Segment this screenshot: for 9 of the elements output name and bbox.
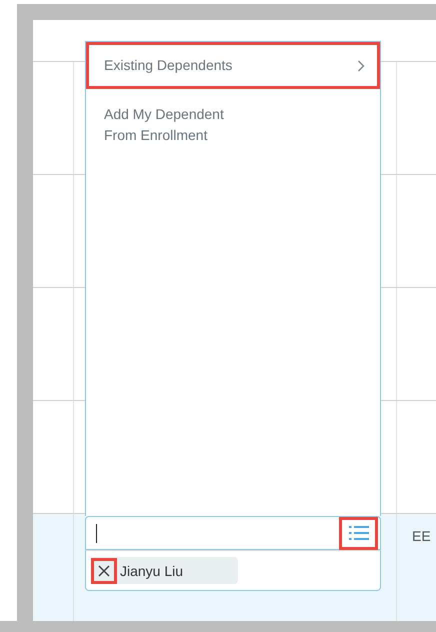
close-icon[interactable] <box>91 558 117 584</box>
text-cursor <box>96 524 97 542</box>
chevron-right-icon <box>357 60 365 72</box>
list-icon[interactable] <box>339 516 378 550</box>
input-field[interactable] <box>85 516 381 550</box>
table-cell-text: EE <box>412 528 431 544</box>
chip-label: Jianyu Liu <box>120 562 184 578</box>
menu-item[interactable]: Existing Dependents <box>86 42 380 89</box>
menu-item[interactable]: Add My Dependent From Enrollment <box>86 91 380 159</box>
